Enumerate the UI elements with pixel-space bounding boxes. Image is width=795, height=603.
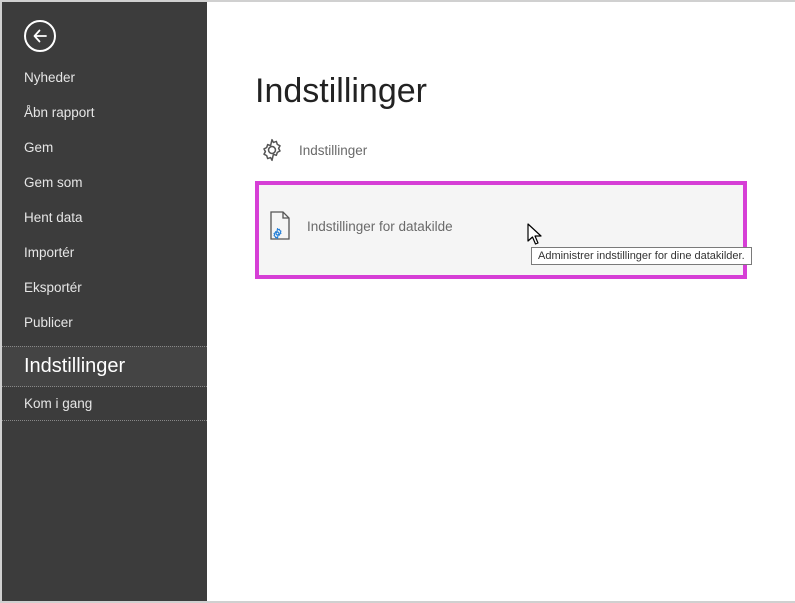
sidebar-item-label: Indstillinger — [24, 355, 125, 377]
sidebar-item-gem-som[interactable]: Gem som — [2, 165, 207, 200]
sidebar-item-nyheder[interactable]: Nyheder — [2, 60, 207, 95]
back-button[interactable] — [24, 20, 56, 52]
sidebar-item-importer[interactable]: Importér — [2, 235, 207, 270]
sidebar-item-eksporter[interactable]: Eksportér — [2, 270, 207, 305]
sidebar-item-label: Hent data — [24, 210, 83, 225]
sidebar-item-label: Publicer — [24, 315, 73, 330]
sidebar-item-label: Gem som — [24, 175, 83, 190]
gear-icon — [259, 137, 299, 163]
option-settings-label: Indstillinger — [299, 143, 367, 158]
option-datasource[interactable]: Indstillinger for datakilde — [263, 211, 739, 241]
sidebar: Nyheder Åbn rapport Gem Gem som Hent dat… — [2, 2, 207, 601]
sidebar-item-label: Importér — [24, 245, 74, 260]
page-title: Indstillinger — [255, 72, 747, 111]
main-panel: Indstillinger Indstillinger — [207, 2, 795, 601]
option-datasource-highlight: Indstillinger for datakilde Administrer … — [255, 181, 747, 279]
tooltip: Administrer indstillinger for dine datak… — [531, 247, 752, 265]
sidebar-item-label: Åbn rapport — [24, 105, 95, 120]
file-gear-icon — [267, 211, 307, 241]
sidebar-item-kom-i-gang[interactable]: Kom i gang — [2, 387, 207, 421]
sidebar-item-publicer[interactable]: Publicer — [2, 305, 207, 340]
sidebar-item-label: Eksportér — [24, 280, 82, 295]
arrow-left-icon — [33, 29, 47, 43]
option-settings[interactable]: Indstillinger — [255, 129, 747, 171]
sidebar-item-abn-rapport[interactable]: Åbn rapport — [2, 95, 207, 130]
sidebar-item-label: Kom i gang — [24, 396, 92, 411]
sidebar-item-gem[interactable]: Gem — [2, 130, 207, 165]
option-datasource-label: Indstillinger for datakilde — [307, 219, 453, 234]
tooltip-text: Administrer indstillinger for dine datak… — [538, 250, 745, 262]
sidebar-item-indstillinger[interactable]: Indstillinger — [2, 346, 207, 387]
sidebar-item-label: Gem — [24, 140, 53, 155]
sidebar-item-label: Nyheder — [24, 70, 75, 85]
sidebar-item-hent-data[interactable]: Hent data — [2, 200, 207, 235]
